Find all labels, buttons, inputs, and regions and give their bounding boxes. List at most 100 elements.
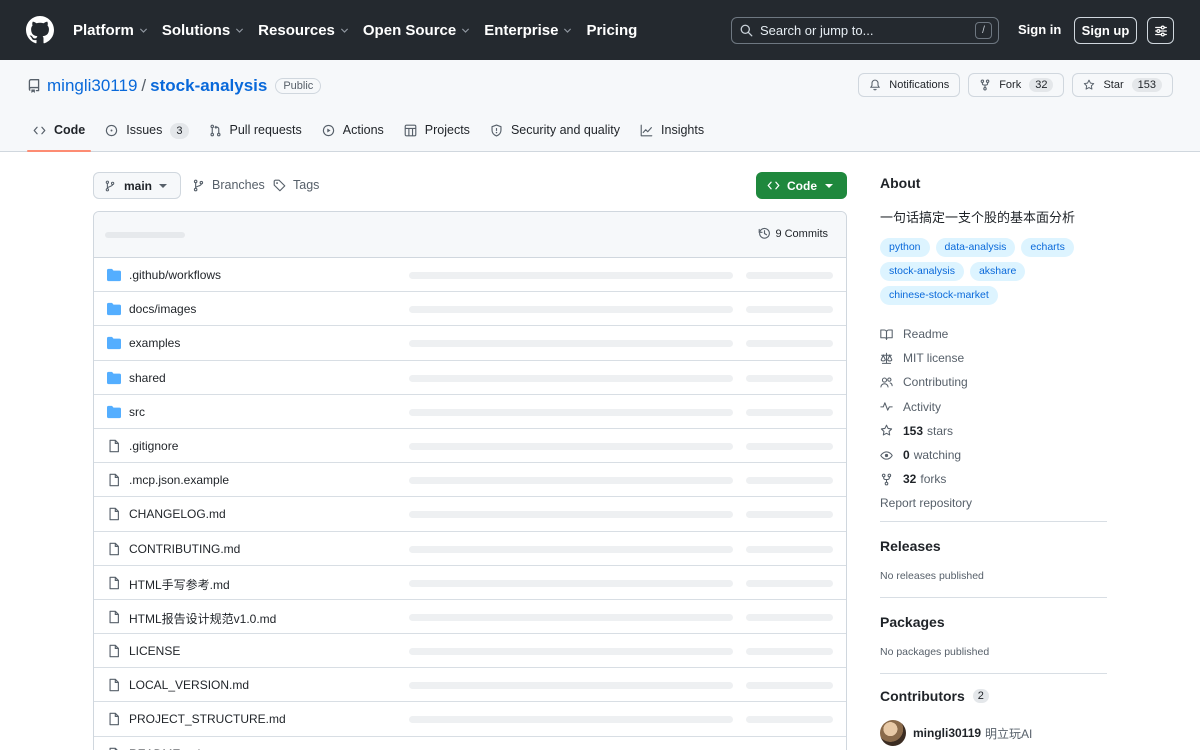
- law-icon: [880, 352, 893, 364]
- branch-select-button[interactable]: main: [93, 172, 181, 199]
- github-logo-icon[interactable]: [26, 16, 54, 44]
- file-row[interactable]: .mcp.json.example: [94, 463, 846, 498]
- file-name-link[interactable]: .mcp.json.example: [129, 473, 229, 487]
- file-name-link[interactable]: examples: [129, 336, 180, 350]
- file-name-link[interactable]: .github/workflows: [129, 268, 221, 282]
- file-name-link[interactable]: .gitignore: [129, 439, 178, 453]
- fork-button[interactable]: Fork 32: [968, 73, 1065, 97]
- commit-message-placeholder: [409, 477, 733, 485]
- file-name-link[interactable]: HTML报告设计规范v1.0.md: [129, 610, 276, 627]
- topic-tag[interactable]: data-analysis: [935, 238, 1016, 257]
- avatar[interactable]: [880, 720, 906, 746]
- sign-up-button[interactable]: Sign up: [1074, 17, 1137, 44]
- global-menu-button[interactable]: [1147, 17, 1174, 44]
- nav-item-label: Enterprise: [484, 21, 559, 39]
- file-name-link[interactable]: CONTRIBUTING.md: [129, 542, 240, 556]
- file-row[interactable]: .gitignore: [94, 429, 846, 464]
- repo-name-link[interactable]: stock-analysis: [150, 76, 267, 96]
- releases-heading[interactable]: Releases: [880, 538, 941, 554]
- about-link-watching[interactable]: 0 watching: [880, 443, 972, 467]
- tab-pull-requests[interactable]: Pull requests: [203, 118, 308, 152]
- file-name-link[interactable]: LICENSE: [129, 644, 180, 658]
- tab-projects[interactable]: Projects: [398, 118, 476, 152]
- notifications-button[interactable]: Notifications: [858, 73, 961, 97]
- topic-tag[interactable]: python: [880, 238, 930, 257]
- tags-link[interactable]: Tags: [273, 178, 319, 192]
- star-button[interactable]: Star 153: [1072, 73, 1173, 97]
- file-row[interactable]: HTML报告设计规范v1.0.md: [94, 600, 846, 635]
- tab-label: Insights: [661, 123, 705, 137]
- packages-heading[interactable]: Packages: [880, 614, 945, 630]
- code-icon: [33, 126, 46, 135]
- file-name-link[interactable]: README.md: [129, 747, 200, 750]
- commit-date-placeholder: [746, 613, 833, 621]
- tab-label: Issues: [126, 123, 163, 137]
- file-name-link[interactable]: LOCAL_VERSION.md: [129, 678, 249, 692]
- search-placeholder: Search or jump to...: [760, 23, 874, 38]
- about-link-mit-license[interactable]: MIT license: [880, 346, 972, 370]
- folder-icon: [107, 268, 121, 282]
- topic-tag[interactable]: chinese-stock-market: [880, 286, 998, 305]
- file-row[interactable]: docs/images: [94, 292, 846, 327]
- topic-tag[interactable]: akshare: [969, 262, 1026, 281]
- file-name-link[interactable]: CHANGELOG.md: [129, 507, 226, 521]
- nav-item-pricing[interactable]: Pricing: [586, 22, 637, 39]
- tab-code[interactable]: Code: [27, 118, 92, 152]
- tab-actions[interactable]: Actions: [316, 118, 390, 152]
- file-row[interactable]: PROJECT_STRUCTURE.md: [94, 702, 846, 737]
- commits-link[interactable]: 9 Commits: [758, 227, 828, 240]
- file-row[interactable]: CHANGELOG.md: [94, 497, 846, 532]
- bell-icon: [870, 79, 881, 91]
- nav-item-solutions[interactable]: Solutions: [162, 22, 244, 39]
- about-link-contributing[interactable]: Contributing: [880, 370, 972, 394]
- file-row[interactable]: HTML手写参考.md: [94, 566, 846, 600]
- file-row[interactable]: .github/workflows: [94, 258, 846, 293]
- tab-insights[interactable]: Insights: [634, 118, 710, 152]
- file-name-link[interactable]: docs/images: [129, 302, 196, 316]
- tab-issues[interactable]: Issues 3: [99, 118, 194, 152]
- chevron-down-icon: [159, 184, 167, 188]
- file-row[interactable]: README.md: [94, 737, 846, 750]
- commit-message-placeholder: [409, 579, 733, 587]
- repo-owner-link[interactable]: mingli30119: [47, 76, 137, 96]
- topic-tag[interactable]: echarts: [1021, 238, 1074, 257]
- issue-opened-icon: [106, 124, 118, 137]
- commit-date-placeholder: [746, 306, 833, 314]
- file-row[interactable]: CONTRIBUTING.md: [94, 532, 846, 566]
- contributor-item[interactable]: mingli30119 明立玩AI: [880, 720, 1032, 746]
- tab-security-and-quality[interactable]: Security and quality: [484, 118, 626, 152]
- file-row[interactable]: LOCAL_VERSION.md: [94, 668, 846, 703]
- nav-item-enterprise[interactable]: Enterprise: [484, 22, 572, 39]
- nav-item-platform[interactable]: Platform: [73, 22, 148, 39]
- code-download-button[interactable]: Code: [756, 172, 847, 199]
- nav-item-open-source[interactable]: Open Source: [363, 22, 470, 39]
- file-name-link[interactable]: shared: [129, 371, 166, 385]
- file-row[interactable]: examples: [94, 326, 846, 361]
- file-icon: [109, 678, 119, 692]
- search-input[interactable]: Search or jump to... /: [731, 17, 999, 44]
- file-name-link[interactable]: src: [129, 405, 145, 419]
- about-link-report-repository[interactable]: Report repository: [880, 491, 972, 515]
- topic-tag[interactable]: stock-analysis: [880, 262, 964, 281]
- file-row[interactable]: shared: [94, 361, 846, 395]
- repo-actions: Notifications Fork 32 Star 153: [858, 73, 1173, 97]
- file-name-link[interactable]: PROJECT_STRUCTURE.md: [129, 712, 286, 726]
- file-name-link[interactable]: HTML手写参考.md: [129, 576, 230, 593]
- folder-icon: [107, 371, 121, 384]
- about-link-forks[interactable]: 32 forks: [880, 467, 972, 491]
- contributors-heading[interactable]: Contributors 2: [880, 688, 989, 704]
- about-link-label: forks: [920, 472, 947, 487]
- branches-link[interactable]: Branches: [192, 178, 265, 192]
- file-row[interactable]: LICENSE: [94, 634, 846, 669]
- sign-in-link[interactable]: Sign in: [1018, 22, 1061, 37]
- file-row[interactable]: src: [94, 395, 846, 429]
- folder-icon: [107, 337, 121, 350]
- file-icon: [109, 508, 119, 521]
- about-link-activity[interactable]: Activity: [880, 395, 972, 419]
- about-link-readme[interactable]: Readme: [880, 322, 972, 346]
- graph-icon: [640, 124, 653, 137]
- nav-item-resources[interactable]: Resources: [258, 22, 349, 39]
- about-link-stars[interactable]: 153 stars: [880, 419, 972, 443]
- chevron-down-icon: [462, 27, 470, 33]
- repo-forked-icon: [980, 79, 990, 91]
